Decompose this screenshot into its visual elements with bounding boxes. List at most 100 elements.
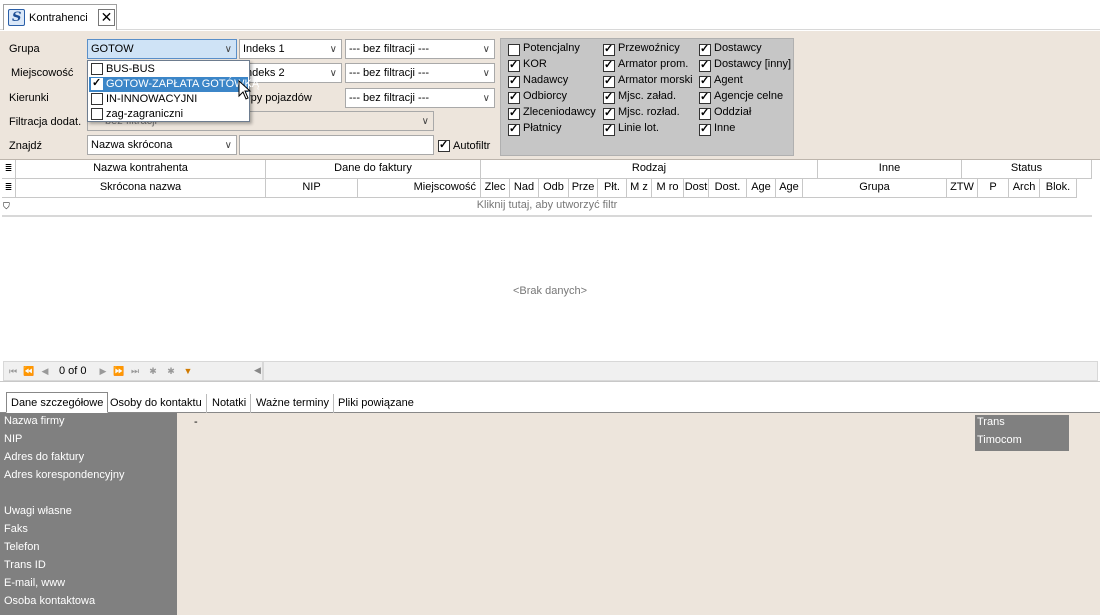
- checkbox-icon: [508, 90, 520, 104]
- band-rodzaj[interactable]: Rodzaj: [481, 160, 818, 179]
- filter-row[interactable]: ⛉ Kliknij tutaj, aby utworzyć filtr: [2, 198, 1092, 217]
- prev-record-icon[interactable]: ◀: [38, 364, 52, 378]
- scroll-left-icon[interactable]: ◀: [254, 365, 261, 376]
- close-icon[interactable]: ✕: [98, 9, 115, 26]
- dropdown-item-in[interactable]: IN-INNOWACYJNI: [89, 92, 248, 107]
- tab-pliki[interactable]: Pliki powiązane: [334, 394, 418, 413]
- column-header[interactable]: ZTW: [947, 179, 978, 198]
- type-label: Mjsc. rozład.: [618, 106, 680, 118]
- bez-filtracji-2-combo[interactable]: --- bez filtracji --- ∨: [345, 63, 495, 83]
- dropdown-item-gotow[interactable]: GOTOW-ZAPŁATA GOTÓWKĄ: [89, 76, 259, 92]
- column-header[interactable]: Age: [747, 179, 776, 198]
- tab-osoby-kontakt[interactable]: Osoby do kontaktu: [106, 394, 207, 413]
- column-header[interactable]: Nad: [510, 179, 539, 198]
- column-header[interactable]: Blok.: [1040, 179, 1077, 198]
- horizontal-scrollbar[interactable]: ◀: [254, 361, 1098, 381]
- label-adres-faktury: Adres do faktury: [4, 451, 85, 463]
- column-header[interactable]: Skrócona nazwa: [16, 179, 266, 198]
- details-panel: Nazwa firmy NIP Adres do faktury Adres k…: [0, 413, 1100, 615]
- type-label: Zleceniodawcy: [523, 106, 596, 118]
- grupa-label: Grupa: [9, 43, 40, 55]
- checkbox-icon: [91, 93, 103, 105]
- column-header[interactable]: M z: [627, 179, 652, 198]
- checkbox-icon: [603, 74, 615, 88]
- grid-navigator: ⏮ ⏪ ◀ 0 of 0 ▶ ⏩ ⏭ ✱ ✱ ▼: [3, 361, 263, 381]
- column-header[interactable]: Płt.: [598, 179, 627, 198]
- type-label: Przewoźnicy: [618, 42, 680, 54]
- column-header[interactable]: P: [978, 179, 1009, 198]
- tab-kontrahenci[interactable]: S Kontrahenci ✕: [3, 4, 117, 30]
- nazwa-firmy-value: -: [194, 416, 198, 428]
- grupa-combo[interactable]: GOTOW ∨: [87, 39, 237, 59]
- label-uwagi: Uwagi własne: [4, 505, 72, 517]
- band-nazwa[interactable]: Nazwa kontrahenta: [16, 160, 266, 179]
- next-page-icon[interactable]: ⏩: [112, 364, 126, 378]
- details-labels: Nazwa firmy NIP Adres do faktury Adres k…: [0, 413, 177, 615]
- type-label: Płatnicy: [523, 122, 562, 134]
- bez1-value: --- bez filtracji ---: [349, 43, 430, 55]
- bez-filtracji-3-combo[interactable]: --- bez filtracji --- ∨: [345, 88, 495, 108]
- insert-icon[interactable]: ✱: [146, 364, 160, 378]
- indeks1-combo[interactable]: Indeks 1 ∨: [239, 39, 342, 59]
- type-label: Agencje celne: [714, 90, 784, 102]
- label-email: E-mail, www: [4, 577, 66, 589]
- filter-hint: Kliknij tutaj, aby utworzyć filtr: [476, 199, 618, 211]
- first-page-icon[interactable]: ⏮: [6, 364, 20, 378]
- checkbox-icon: [699, 106, 711, 120]
- label-osoba: Osoba kontaktowa: [4, 595, 96, 607]
- column-header[interactable]: Miejscowość: [358, 179, 481, 198]
- dropdown-item-bus[interactable]: BUS-BUS: [89, 62, 248, 77]
- label-trans: Trans: [977, 416, 1005, 428]
- column-header[interactable]: Zlec: [481, 179, 510, 198]
- checkbox-icon: [699, 42, 711, 56]
- append-icon[interactable]: ✱: [164, 364, 178, 378]
- checkbox-icon: [91, 108, 103, 120]
- search-input[interactable]: [239, 135, 434, 155]
- app-icon: S: [8, 9, 25, 26]
- column-header[interactable]: Age: [776, 179, 803, 198]
- column-header[interactable]: Odb: [539, 179, 569, 198]
- contractor-types-panel: Potencjalny KOR Nadawcy Odbiorcy Zleceniodaw…: [500, 38, 794, 156]
- band-inne[interactable]: Inne: [818, 160, 962, 179]
- tab-dane-szczegolowe[interactable]: Dane szczegółowe: [6, 392, 109, 413]
- dropdown-item-zag[interactable]: zag-zagraniczni: [89, 107, 248, 122]
- column-chooser-icon[interactable]: ≣: [2, 179, 16, 198]
- tab-notatki[interactable]: Notatki: [208, 394, 252, 413]
- band-status[interactable]: Status: [962, 160, 1092, 179]
- column-header[interactable]: Dost: [684, 179, 709, 198]
- checkbox-icon: [603, 42, 615, 56]
- type-label: KOR: [523, 58, 547, 70]
- label-adres-koresp: Adres korespondencyjny: [4, 469, 125, 481]
- column-header[interactable]: NIP: [266, 179, 358, 198]
- chevron-down-icon: ∨: [329, 44, 337, 55]
- chevron-down-icon: ∨: [329, 68, 337, 79]
- chevron-down-icon: ∨: [224, 44, 232, 55]
- chevron-down-icon: ∨: [482, 68, 490, 79]
- type-label: Oddział: [714, 106, 752, 118]
- column-header[interactable]: Prze: [569, 179, 598, 198]
- pojazdy-label: Typy pojazdów: [239, 92, 312, 104]
- label-timocom: Timocom: [977, 434, 1022, 446]
- last-page-icon[interactable]: ⏭: [128, 364, 142, 378]
- tab-wazne-terminy[interactable]: Ważne terminy: [252, 394, 334, 413]
- znajdz-combo[interactable]: Nazwa skrócona ∨: [87, 135, 237, 155]
- checkbox-icon: [508, 106, 520, 120]
- band-dane-faktury[interactable]: Dane do faktury: [266, 160, 481, 179]
- bez3-value: --- bez filtracji ---: [349, 92, 430, 104]
- chevron-down-icon: ∨: [421, 116, 429, 127]
- autofiltr-checkbox[interactable]: Autofiltr: [438, 138, 498, 155]
- column-header[interactable]: M ro: [652, 179, 684, 198]
- column-header[interactable]: Dost.: [709, 179, 747, 198]
- prev-page-icon[interactable]: ⏪: [22, 364, 36, 378]
- chevron-down-icon: ∨: [224, 140, 232, 151]
- column-header[interactable]: Grupa: [803, 179, 947, 198]
- filter-icon[interactable]: ▼: [181, 364, 195, 378]
- next-record-icon[interactable]: ▶: [96, 364, 110, 378]
- label-trans-id: Trans ID: [4, 559, 46, 571]
- column-header[interactable]: Arch: [1009, 179, 1040, 198]
- bez-filtracji-1-combo[interactable]: --- bez filtracji --- ∨: [345, 39, 495, 59]
- znajdz-label: Znajdź: [9, 140, 43, 152]
- no-data-text: <Brak danych>: [513, 285, 587, 297]
- chevron-down-icon: ∨: [482, 93, 490, 104]
- column-chooser-icon[interactable]: ≣: [2, 160, 16, 179]
